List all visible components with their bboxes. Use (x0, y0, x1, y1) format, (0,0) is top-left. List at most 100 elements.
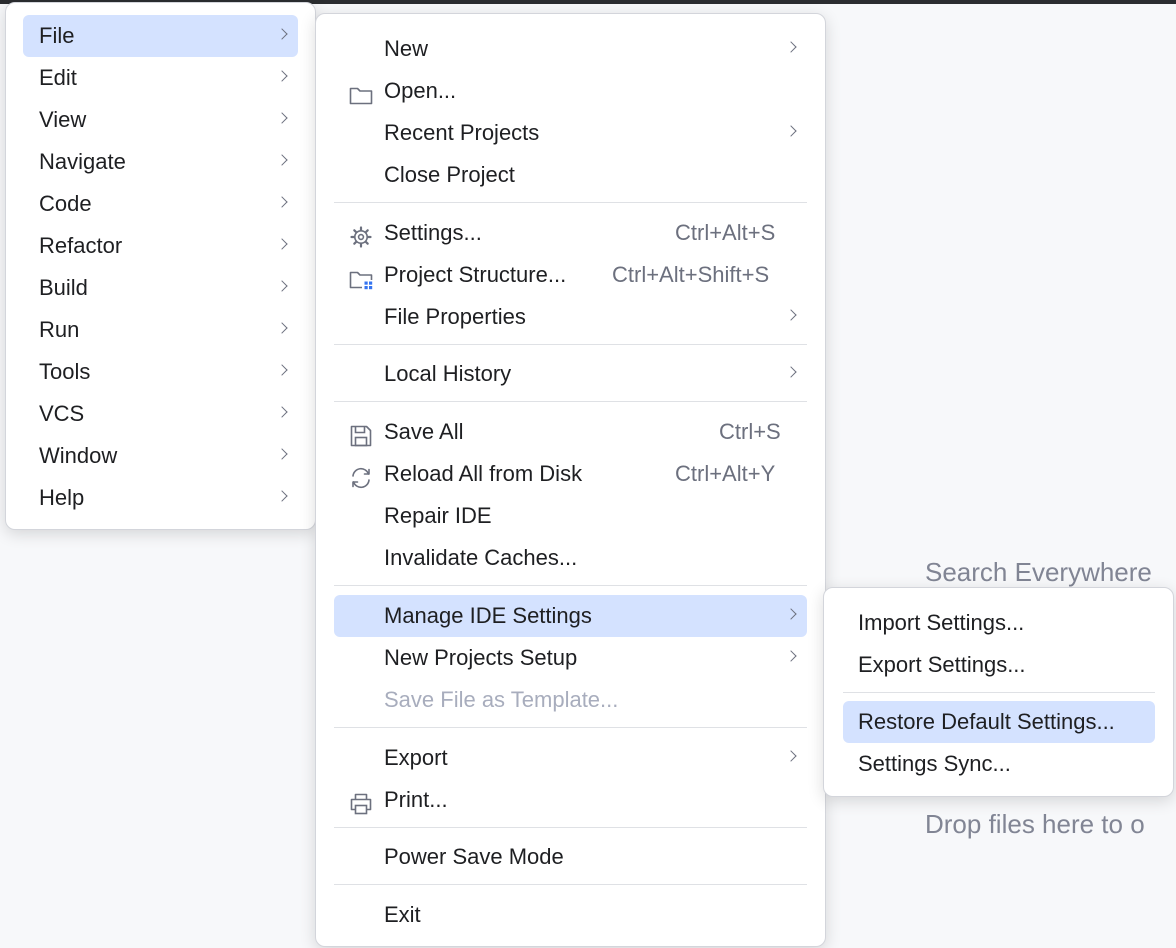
menu-item-shortcut: Ctrl+S (719, 419, 781, 444)
menu-item-label: Export (384, 745, 448, 770)
main-menu-item-file[interactable]: File (23, 15, 298, 57)
menu-item-label: Power Save Mode (384, 844, 564, 869)
menu-item-label: Restore Default Settings... (858, 709, 1115, 734)
chevron-right-icon (276, 112, 288, 124)
submenu-item-export-settings[interactable]: Export Settings... (843, 644, 1155, 686)
chevron-right-icon (785, 366, 797, 378)
chevron-right-icon (785, 750, 797, 762)
chevron-right-icon (785, 41, 797, 53)
menu-item-recent-projects[interactable]: Recent Projects (334, 112, 807, 154)
main-menu-item-label: Help (39, 485, 85, 510)
menu-item-label: New (384, 36, 429, 61)
search-everywhere-hint: Search Everywhere (925, 557, 1152, 587)
main-menu: File Edit View Navigate Code Refactor Bu… (5, 2, 316, 530)
chevron-right-icon (276, 490, 288, 502)
menu-item-repair-ide[interactable]: Repair IDE (334, 495, 807, 537)
submenu-item-import-settings[interactable]: Import Settings... (843, 602, 1155, 644)
menu-item-label: New Projects Setup (384, 645, 578, 670)
chevron-right-icon (276, 196, 288, 208)
chevron-right-icon (276, 406, 288, 418)
main-menu-item-label: VCS (39, 401, 85, 426)
menu-separator (334, 884, 807, 885)
menu-separator (334, 344, 807, 345)
folder-icon (348, 79, 374, 105)
chevron-right-icon (276, 238, 288, 250)
main-menu-item-label: File (39, 23, 75, 48)
menu-item-new[interactable]: New (334, 28, 807, 70)
menu-item-close-project[interactable]: Close Project (334, 154, 807, 196)
main-menu-item-label: Code (39, 191, 92, 216)
menu-item-manage-ide-settings[interactable]: Manage IDE Settings (334, 595, 807, 637)
menu-item-label: Exit (384, 902, 421, 927)
floppy-disk-icon (348, 420, 374, 447)
chevron-right-icon (785, 125, 797, 137)
main-menu-item-code[interactable]: Code (23, 183, 298, 225)
drop-files-hint: Drop files here to o (925, 809, 1145, 839)
main-menu-item-build[interactable]: Build (23, 267, 298, 309)
main-menu-item-view[interactable]: View (23, 99, 298, 141)
project-structure-icon (348, 263, 374, 290)
menu-item-print[interactable]: Print... (334, 779, 807, 821)
main-menu-item-label: Window (39, 443, 118, 468)
main-menu-item-vcs[interactable]: VCS (23, 393, 298, 435)
main-menu-item-label: Build (39, 275, 88, 300)
menu-item-label: Recent Projects (384, 120, 540, 145)
menu-item-export[interactable]: Export (334, 737, 807, 779)
menu-item-power-save-mode[interactable]: Power Save Mode (334, 836, 807, 878)
chevron-right-icon (276, 70, 288, 82)
menu-item-save-file-as-template: Save File as Template... (334, 679, 807, 721)
menu-item-open[interactable]: Open... (334, 70, 807, 112)
menu-item-label: Repair IDE (384, 503, 492, 528)
menu-item-label: Close Project (384, 162, 515, 187)
menu-item-shortcut: Ctrl+Alt+Y (675, 461, 776, 486)
file-menu: New Open... Recent Projects Close Projec… (315, 13, 826, 947)
main-menu-item-label: Refactor (39, 233, 123, 258)
chevron-right-icon (276, 280, 288, 292)
menu-item-file-properties[interactable]: File Properties (334, 296, 807, 338)
menu-item-label: Manage IDE Settings (384, 603, 592, 628)
main-menu-item-run[interactable]: Run (23, 309, 298, 351)
chevron-right-icon (276, 322, 288, 334)
main-menu-item-label: Run (39, 317, 80, 342)
menu-item-new-projects-setup[interactable]: New Projects Setup (334, 637, 807, 679)
menu-separator (334, 727, 807, 728)
main-menu-item-help[interactable]: Help (23, 477, 298, 519)
main-menu-item-label: Edit (39, 65, 77, 90)
chevron-right-icon (785, 309, 797, 321)
main-menu-item-window[interactable]: Window (23, 435, 298, 477)
menu-item-label: Import Settings... (858, 610, 1025, 635)
menu-item-label: Open... (384, 78, 457, 103)
menu-item-settings[interactable]: Settings... Ctrl+Alt+S (334, 212, 807, 254)
submenu-item-restore-default-settings[interactable]: Restore Default Settings... (843, 701, 1155, 743)
menu-item-label: Print... (384, 787, 448, 812)
menu-item-label: Save File as Template... (384, 687, 619, 712)
reload-icon (348, 462, 374, 489)
menu-item-label: Settings Sync... (858, 751, 1011, 776)
menu-separator (334, 827, 807, 828)
menu-item-reload-all[interactable]: Reload All from Disk Ctrl+Alt+Y (334, 453, 807, 495)
menu-item-shortcut: Ctrl+Alt+Shift+S (612, 262, 770, 287)
menu-item-local-history[interactable]: Local History (334, 353, 807, 395)
menu-item-label: Save All (384, 419, 464, 444)
menu-item-shortcut: Ctrl+Alt+S (675, 220, 776, 245)
main-menu-item-refactor[interactable]: Refactor (23, 225, 298, 267)
menu-item-label: File Properties (384, 304, 526, 329)
menu-item-invalidate-caches[interactable]: Invalidate Caches... (334, 537, 807, 579)
printer-icon (348, 788, 374, 815)
menu-item-project-structure[interactable]: Project Structure... Ctrl+Alt+Shift+S (334, 254, 807, 296)
gear-icon (348, 221, 374, 248)
menu-item-exit[interactable]: Exit (334, 894, 807, 936)
main-menu-item-label: View (39, 107, 87, 132)
main-menu-item-tools[interactable]: Tools (23, 351, 298, 393)
main-menu-item-navigate[interactable]: Navigate (23, 141, 298, 183)
menu-item-label: Local History (384, 361, 512, 386)
menu-item-label: Reload All from Disk (384, 461, 583, 486)
submenu-item-settings-sync[interactable]: Settings Sync... (843, 743, 1155, 785)
menu-item-save-all[interactable]: Save All Ctrl+S (334, 411, 807, 453)
menu-item-label: Invalidate Caches... (384, 545, 578, 570)
chevron-right-icon (276, 364, 288, 376)
menu-separator (843, 692, 1155, 693)
main-menu-item-edit[interactable]: Edit (23, 57, 298, 99)
chevron-right-icon (785, 650, 797, 662)
manage-ide-settings-submenu: Import Settings... Export Settings... Re… (823, 587, 1174, 797)
